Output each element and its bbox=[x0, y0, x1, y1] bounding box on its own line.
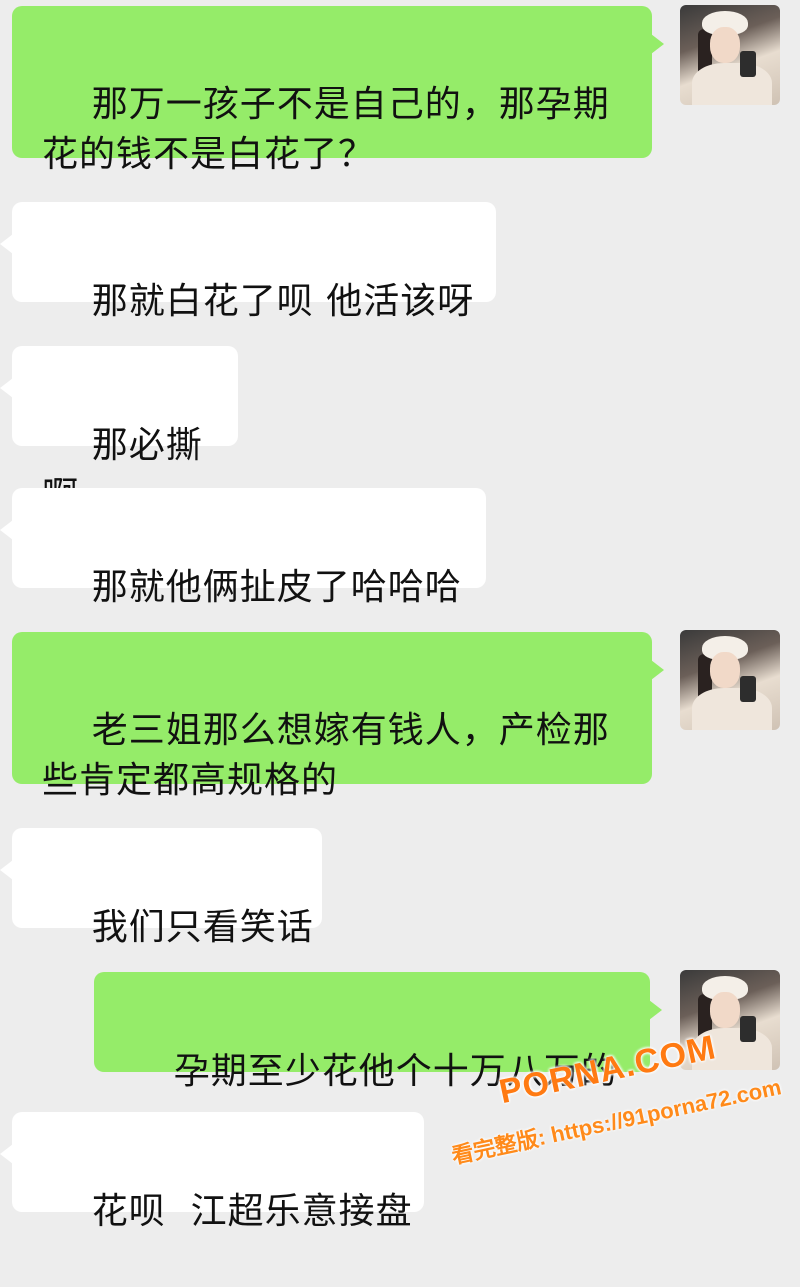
message-bubble-incoming[interactable]: 我们只看笑话 bbox=[0, 828, 322, 948]
message-text: 花呗 江超乐意接盘 bbox=[91, 1191, 413, 1232]
message-text: 那万一孩子不是自己的，那孕期 花的钱不是白花了？ bbox=[42, 84, 610, 175]
user-avatar[interactable] bbox=[680, 5, 780, 105]
message-text: 我们只看笑话 bbox=[91, 907, 314, 948]
message-bubble-outgoing[interactable]: 那万一孩子不是自己的，那孕期 花的钱不是白花了？ bbox=[12, 6, 664, 175]
user-avatar[interactable] bbox=[680, 630, 780, 730]
message-bubble-outgoing[interactable]: 孕期至少花他个十万八万的 bbox=[94, 972, 662, 1092]
message-text: 那就白花了呗 他活该呀 bbox=[91, 281, 475, 322]
user-avatar[interactable] bbox=[680, 970, 780, 1070]
message-bubble-incoming[interactable]: 那必撕啊 bbox=[0, 346, 238, 516]
message-bubble-outgoing[interactable]: 老三姐那么想嫁有钱人，产检那 些肯定都高规格的 bbox=[12, 632, 664, 801]
message-bubble-incoming[interactable]: 花呗 江超乐意接盘 bbox=[0, 1112, 424, 1232]
message-bubble-incoming[interactable]: 那就他俩扯皮了哈哈哈 bbox=[0, 488, 486, 608]
chat-area[interactable]: 那万一孩子不是自己的，那孕期 花的钱不是白花了？ 那就白花了呗 他活该呀 那必撕… bbox=[0, 0, 800, 1241]
message-bubble-incoming[interactable]: 那就白花了呗 他活该呀 bbox=[0, 202, 496, 322]
message-text: 孕期至少花他个十万八万的 bbox=[173, 1051, 618, 1092]
message-text: 老三姐那么想嫁有钱人，产检那 些肯定都高规格的 bbox=[42, 710, 610, 801]
message-text: 那就他俩扯皮了哈哈哈 bbox=[91, 567, 462, 608]
